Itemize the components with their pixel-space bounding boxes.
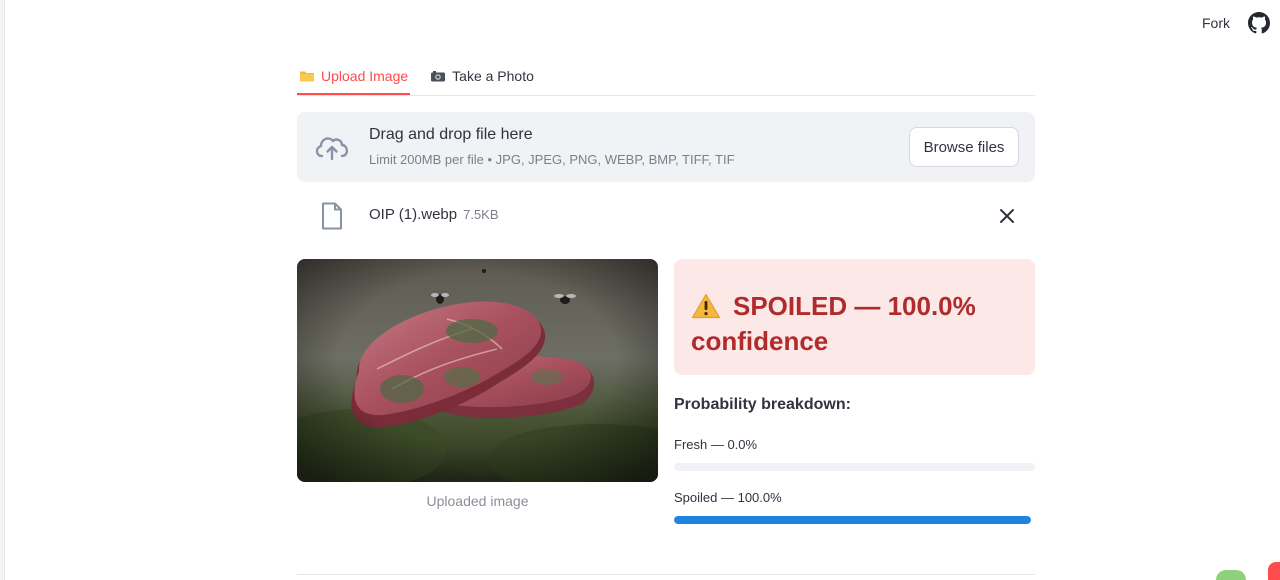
result-alert: SPOILED — 100.0% confidence — [674, 259, 1035, 375]
tab-label: Take a Photo — [452, 68, 534, 84]
github-icon[interactable] — [1248, 12, 1270, 34]
file-name: OIP (1).webp 7.5KB — [369, 206, 499, 223]
dropzone-title: Drag and drop file here — [369, 126, 533, 143]
tab-label: Upload Image — [321, 67, 409, 84]
spoiled-progress-fill — [674, 516, 1031, 524]
tab-take-a-photo[interactable]: Take a Photo — [428, 58, 536, 94]
uploaded-image — [297, 259, 658, 482]
spoiled-probability-label: Spoiled — 100.0% — [674, 490, 782, 505]
warning-icon — [691, 293, 721, 319]
status-widget[interactable] — [1216, 570, 1246, 580]
tab-upload-image[interactable]: Upload Image — [297, 58, 411, 95]
camera-icon — [430, 69, 446, 83]
result-text: SPOILED — 100.0% confidence — [691, 291, 976, 356]
fresh-probability-label: Fresh — 0.0% — [674, 437, 758, 452]
page-left-border — [0, 0, 5, 580]
result-text-block: SPOILED — 100.0% confidence — [691, 289, 1021, 359]
file-dropzone[interactable]: Drag and drop file here Limit 200MB per … — [297, 112, 1035, 182]
uploaded-file-row: OIP (1).webp 7.5KB — [297, 196, 1035, 236]
fork-link[interactable]: Fork — [1202, 15, 1230, 31]
fresh-progress-bar — [674, 463, 1035, 471]
bottom-divider — [297, 574, 1035, 575]
cloud-upload-icon — [313, 132, 351, 162]
folder-icon — [299, 69, 315, 83]
spoiled-progress-bar — [674, 516, 1031, 524]
close-icon[interactable] — [999, 208, 1015, 224]
spoiled-meat-illustration — [297, 259, 658, 482]
file-size: 7.5KB — [463, 207, 499, 222]
browse-files-button[interactable]: Browse files — [909, 127, 1019, 167]
probability-title: Probability breakdown: — [674, 396, 851, 413]
top-bar: Fork — [1202, 0, 1280, 46]
file-icon — [321, 202, 343, 230]
tab-bar: Upload Image Take a Photo — [297, 58, 1035, 96]
image-caption: Uploaded image — [426, 493, 529, 509]
dropzone-limits: Limit 200MB per file • JPG, JPEG, PNG, W… — [369, 152, 735, 167]
manage-app-button[interactable] — [1268, 562, 1280, 580]
file-name-text: OIP (1).webp — [369, 206, 458, 223]
